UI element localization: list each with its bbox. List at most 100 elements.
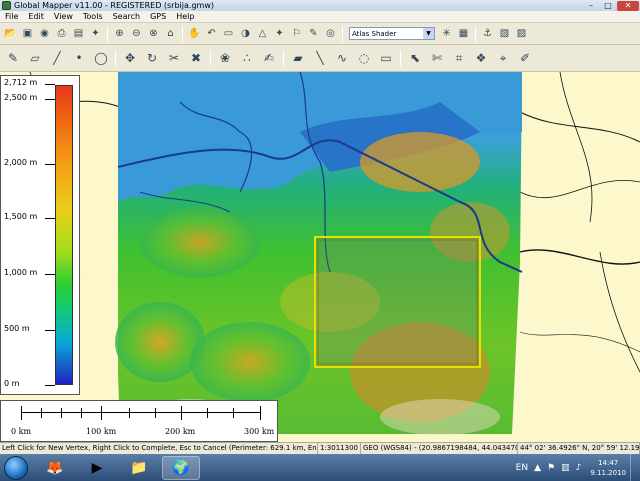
window-title: Global Mapper v11.00 - REGISTERED (srbij… [14, 1, 214, 10]
binoculars-icon[interactable]: ◎ [323, 26, 338, 41]
start-button[interactable] [4, 455, 28, 480]
crop-tool-icon[interactable]: ⌗ [449, 48, 469, 68]
legend-label: 2,500 m [4, 93, 38, 102]
close-button[interactable]: ✕ [617, 0, 639, 11]
palette-icon[interactable]: ✳ [439, 26, 454, 41]
line-of-sight-icon[interactable]: ✦ [272, 26, 287, 41]
legend-tick [45, 164, 55, 165]
legend-label: 1,000 m [4, 268, 38, 277]
scale-tick [233, 408, 234, 418]
media-player-icon[interactable]: ▶ [78, 456, 116, 480]
3d-view-icon[interactable]: ✎ [306, 26, 321, 41]
create-circle-icon[interactable]: ◯ [91, 48, 111, 68]
add-vertex-icon[interactable]: ❀ [215, 48, 235, 68]
select-tool-icon[interactable]: ⬉ [405, 48, 425, 68]
scale-tick [181, 406, 182, 420]
digitizer-icon[interactable]: ▭ [221, 26, 236, 41]
combine-tool-icon[interactable]: ❖ [471, 48, 491, 68]
snap-tool-icon[interactable]: ⌖ [493, 48, 513, 68]
draw-icon[interactable]: ✍ [259, 48, 279, 68]
menu-view[interactable]: View [49, 11, 78, 23]
buffer-tool-icon[interactable]: ◌ [354, 48, 374, 68]
gps-track-icon[interactable]: ▧ [497, 26, 512, 41]
line-tool-icon[interactable]: ╲ [310, 48, 330, 68]
explorer-icon[interactable]: 📁 [120, 456, 158, 480]
scale-tick [207, 408, 208, 418]
area-tool-icon[interactable]: ▰ [288, 48, 308, 68]
config-icon[interactable]: ✦ [88, 26, 103, 41]
status-coords: 44° 02' 36.4926" N, 20° 59' 12.1915" E [520, 443, 640, 454]
delete-vertex-icon[interactable]: ✖ [186, 48, 206, 68]
digitizer-toolbar: ✎ ▱ ╱ • ◯ ✥ ↻ ✂ ✖ ❀ ∴ ✍ ▰ ╲ ∿ ◌ ▭ ⬉ ✄ ⌗ … [0, 45, 640, 72]
legend-label: 1,500 m [4, 212, 38, 221]
open-folder-icon[interactable]: 📂 [3, 26, 18, 41]
scale-tick [61, 408, 62, 418]
hills-patch [140, 207, 260, 277]
menu-search[interactable]: Search [108, 11, 145, 23]
create-point-icon[interactable]: • [69, 48, 89, 68]
menu-gps[interactable]: GPS [145, 11, 171, 23]
shader-dropdown-value: Atlas Shader [352, 29, 397, 38]
menu-edit[interactable]: Edit [23, 11, 49, 23]
scale-line [21, 412, 261, 413]
scale-tick [260, 406, 261, 420]
rotate-feature-icon[interactable]: ↻ [142, 48, 162, 68]
selection-polygon[interactable] [314, 236, 481, 368]
maximize-button[interactable]: □ [600, 1, 616, 11]
pan-icon[interactable]: ✋ [187, 26, 202, 41]
map-canvas[interactable] [0, 72, 640, 442]
volume-icon[interactable]: ♪ [576, 463, 582, 473]
create-line-icon[interactable]: ╱ [47, 48, 67, 68]
shader-settings-icon[interactable]: ▦ [456, 26, 471, 41]
zoom-box-icon[interactable]: ⊗ [146, 26, 161, 41]
shader-dropdown[interactable]: Atlas Shader ▼ [349, 27, 435, 40]
open-data-icon[interactable]: ◉ [37, 26, 52, 41]
rectangle-tool-icon[interactable]: ▭ [376, 48, 396, 68]
minimize-button[interactable]: – [583, 1, 599, 11]
chevron-down-icon[interactable]: ▼ [423, 28, 434, 39]
menu-help[interactable]: Help [171, 11, 199, 23]
show-desktop-button[interactable] [630, 454, 640, 481]
measure-icon[interactable]: ↶ [204, 26, 219, 41]
border-line [599, 251, 640, 373]
toolbar-separator [342, 25, 343, 42]
view-shed-icon[interactable]: ⚐ [289, 26, 304, 41]
flag-icon[interactable]: ⚑ [547, 463, 555, 473]
edit-feature-icon[interactable]: ✎ [3, 48, 23, 68]
legend-tick [45, 385, 55, 386]
path-tool-icon[interactable]: ∿ [332, 48, 352, 68]
clock[interactable]: 14:47 9.11.2010 [590, 458, 626, 478]
language-indicator[interactable]: EN [516, 463, 528, 473]
scale-label: 100 km [86, 427, 117, 436]
firefox-icon[interactable]: 🦊 [36, 456, 74, 480]
toolbar-separator [400, 50, 401, 66]
legend-tick [45, 99, 55, 100]
vertex-mode-icon[interactable]: ∴ [237, 48, 257, 68]
path-profile-icon[interactable]: △ [255, 26, 270, 41]
print-icon[interactable]: ⎙ [54, 26, 69, 41]
menu-tools[interactable]: Tools [78, 11, 108, 23]
label-tool-icon[interactable]: ✐ [515, 48, 535, 68]
gps-options-icon[interactable]: ▨ [514, 26, 529, 41]
network-icon[interactable]: ▥ [561, 463, 570, 473]
river-line [519, 249, 640, 265]
scale-tick [81, 408, 82, 418]
scale-label: 0 km [11, 427, 32, 436]
main-toolbar: 📂 ▣ ◉ ⎙ ▤ ✦ ⊕ ⊖ ⊗ ⌂ ✋ ↶ ▭ ◑ △ ✦ ⚐ ✎ ◎ At… [0, 23, 640, 45]
zoom-out-icon[interactable]: ⊖ [129, 26, 144, 41]
create-area-icon[interactable]: ▱ [25, 48, 45, 68]
menu-file[interactable]: File [0, 11, 23, 23]
zoom-in-icon[interactable]: ⊕ [112, 26, 127, 41]
split-feature-icon[interactable]: ✂ [164, 48, 184, 68]
move-feature-icon[interactable]: ✥ [120, 48, 140, 68]
feature-info-icon[interactable]: ◑ [238, 26, 253, 41]
gps-icon[interactable]: ⚓ [480, 26, 495, 41]
tray-expand-icon[interactable]: ▲ [534, 463, 541, 473]
map-svg[interactable] [0, 72, 640, 442]
save-icon[interactable]: ▣ [20, 26, 35, 41]
home-icon[interactable]: ⌂ [163, 26, 178, 41]
cut-tool-icon[interactable]: ✄ [427, 48, 447, 68]
system-tray: EN ▲ ⚑ ▥ ♪ 14:47 9.11.2010 [513, 454, 640, 481]
global-mapper-task[interactable]: 🌍 [162, 455, 200, 480]
overlay-control-icon[interactable]: ▤ [71, 26, 86, 41]
